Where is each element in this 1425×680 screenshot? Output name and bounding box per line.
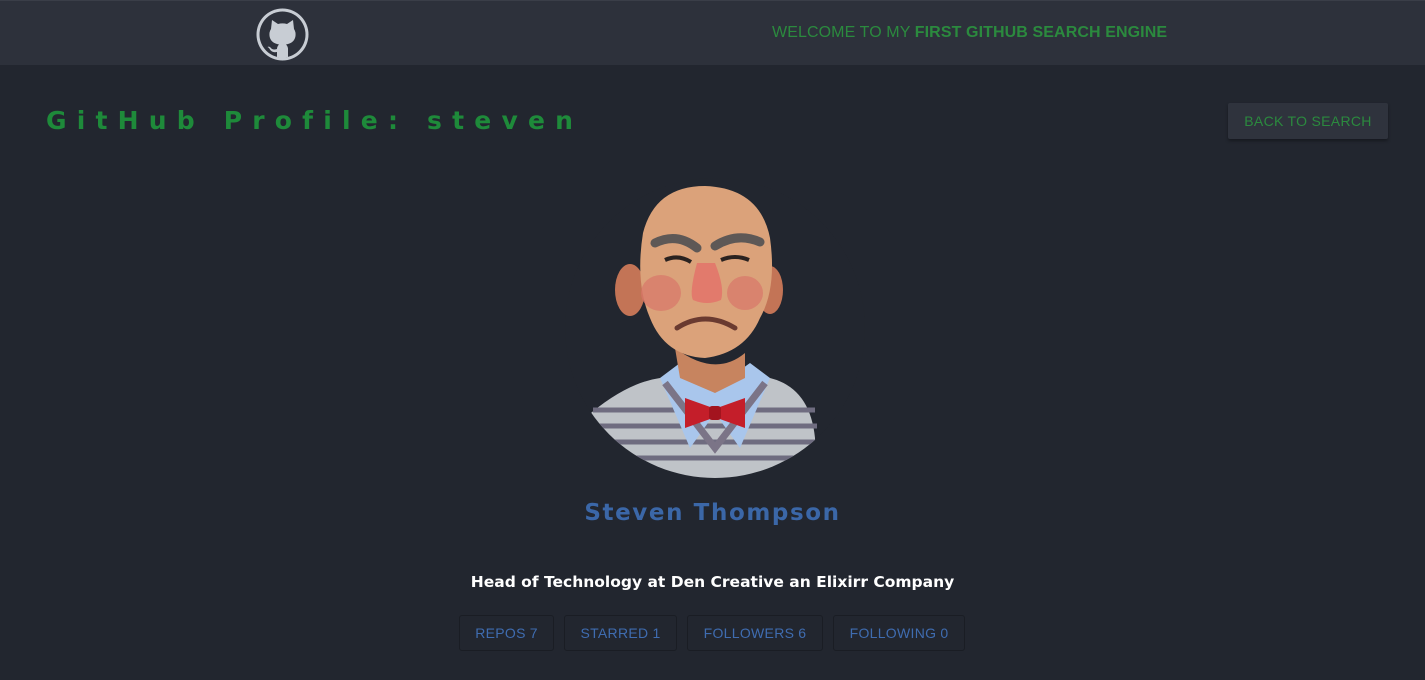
top-navbar: WELCOME TO MY FIRST GITHUB SEARCH ENGINE — [0, 0, 1425, 65]
starred-stat-value: 1 — [652, 625, 661, 641]
starred-stat-label: STARRED — [580, 625, 649, 641]
repos-stat-value: 7 — [529, 625, 538, 641]
welcome-banner: WELCOME TO MY FIRST GITHUB SEARCH ENGINE — [772, 24, 1167, 42]
github-octocat-icon[interactable] — [255, 7, 310, 62]
back-to-search-button[interactable]: BACK TO SEARCH — [1228, 103, 1388, 139]
page-title: GitHub Profile: steven — [46, 106, 584, 135]
followers-stat-value: 6 — [798, 625, 807, 641]
starred-stat-button[interactable]: STARRED 1 — [564, 615, 677, 651]
profile-bio: Head of Technology at Den Creative an El… — [470, 573, 955, 591]
following-stat-button[interactable]: FOLLOWING 0 — [833, 615, 965, 651]
repos-stat-label: REPOS — [475, 625, 526, 641]
profile-name: Steven Thompson — [584, 500, 841, 526]
followers-stat-label: FOLLOWERS — [703, 625, 795, 641]
user-avatar-image — [565, 178, 865, 478]
repos-stat-button[interactable]: REPOS 7 — [459, 615, 554, 651]
welcome-highlight: FIRST GITHUB SEARCH ENGINE — [914, 24, 1168, 41]
followers-stat-button[interactable]: FOLLOWERS 6 — [687, 615, 823, 651]
following-stat-label: FOLLOWING — [849, 625, 937, 641]
welcome-prefix: WELCOME TO MY — [772, 24, 915, 41]
following-stat-value: 0 — [940, 625, 949, 641]
